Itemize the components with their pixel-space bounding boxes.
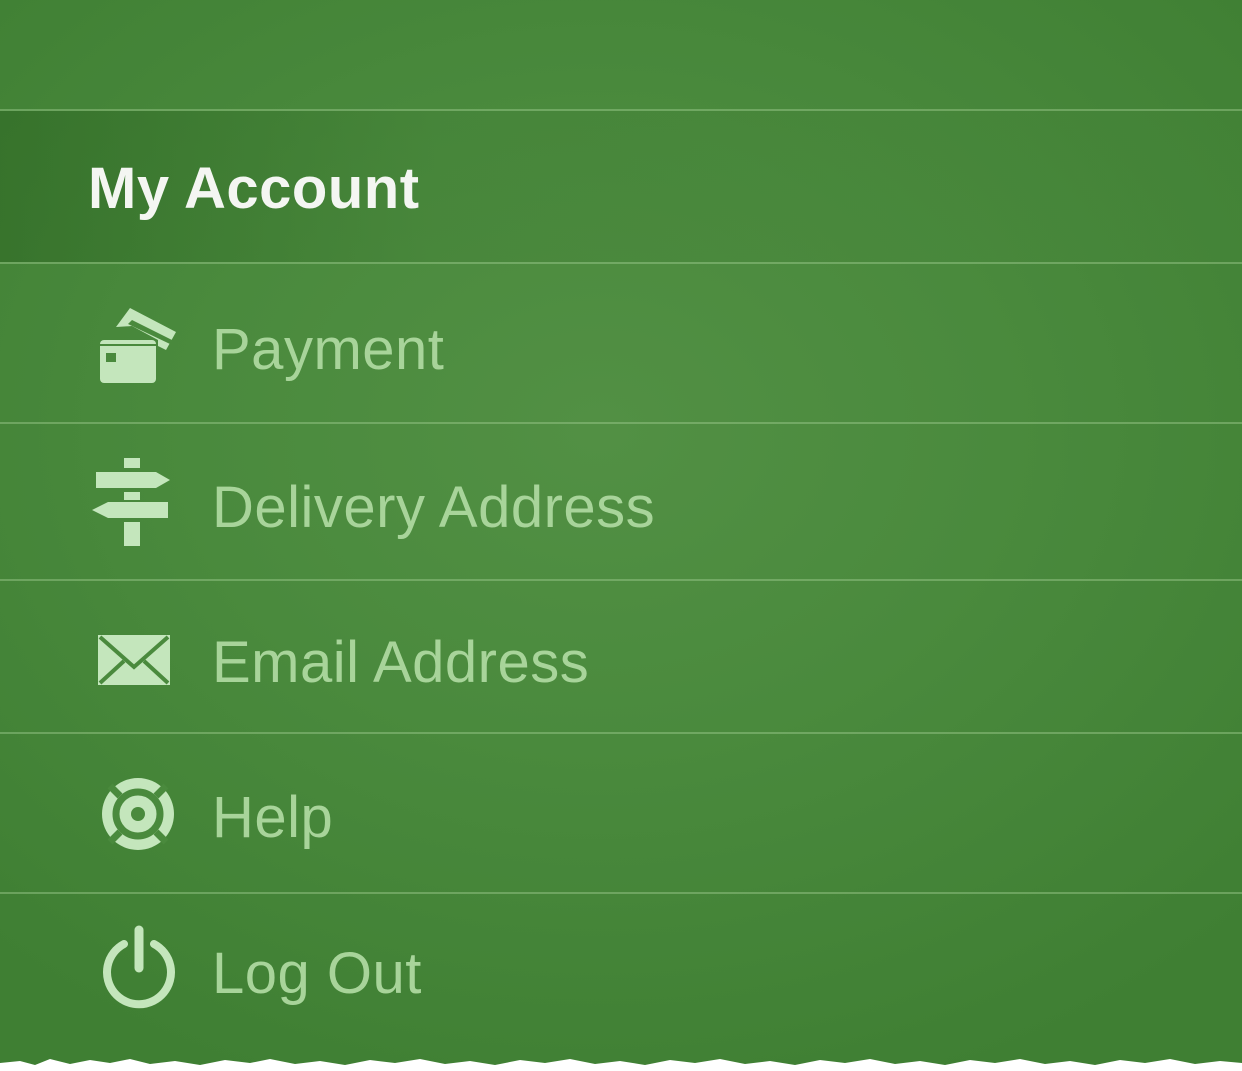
power-icon xyxy=(98,924,186,1014)
menu-item-label: Delivery Address xyxy=(212,475,656,540)
menu-item-email-address[interactable]: Email Address xyxy=(0,581,1242,732)
torn-paper-edge xyxy=(0,1059,1242,1071)
menu-item-help[interactable]: Help xyxy=(0,734,1242,892)
menu-item-delivery-address[interactable]: Delivery Address xyxy=(0,424,1242,579)
menu-panel: My Account Payment Delivery Address Emai… xyxy=(0,0,1242,1071)
credit-cards-icon xyxy=(92,302,180,392)
menu-item-payment[interactable]: Payment xyxy=(0,264,1242,422)
menu-item-label: Help xyxy=(212,785,334,850)
section-title: My Account xyxy=(88,156,420,221)
menu-item-label: Payment xyxy=(212,317,445,382)
menu-item-label: Log Out xyxy=(212,941,422,1006)
lifebuoy-icon xyxy=(98,770,186,860)
menu-item-label: Email Address xyxy=(212,630,590,695)
section-header: My Account xyxy=(0,111,1242,262)
panel-top-spacer xyxy=(0,0,1242,109)
menu-item-log-out[interactable]: Log Out xyxy=(0,894,1242,1049)
signpost-icon xyxy=(90,456,178,546)
envelope-icon xyxy=(96,617,184,707)
account-menu-screen: My Account Payment Delivery Address Emai… xyxy=(0,0,1242,1071)
